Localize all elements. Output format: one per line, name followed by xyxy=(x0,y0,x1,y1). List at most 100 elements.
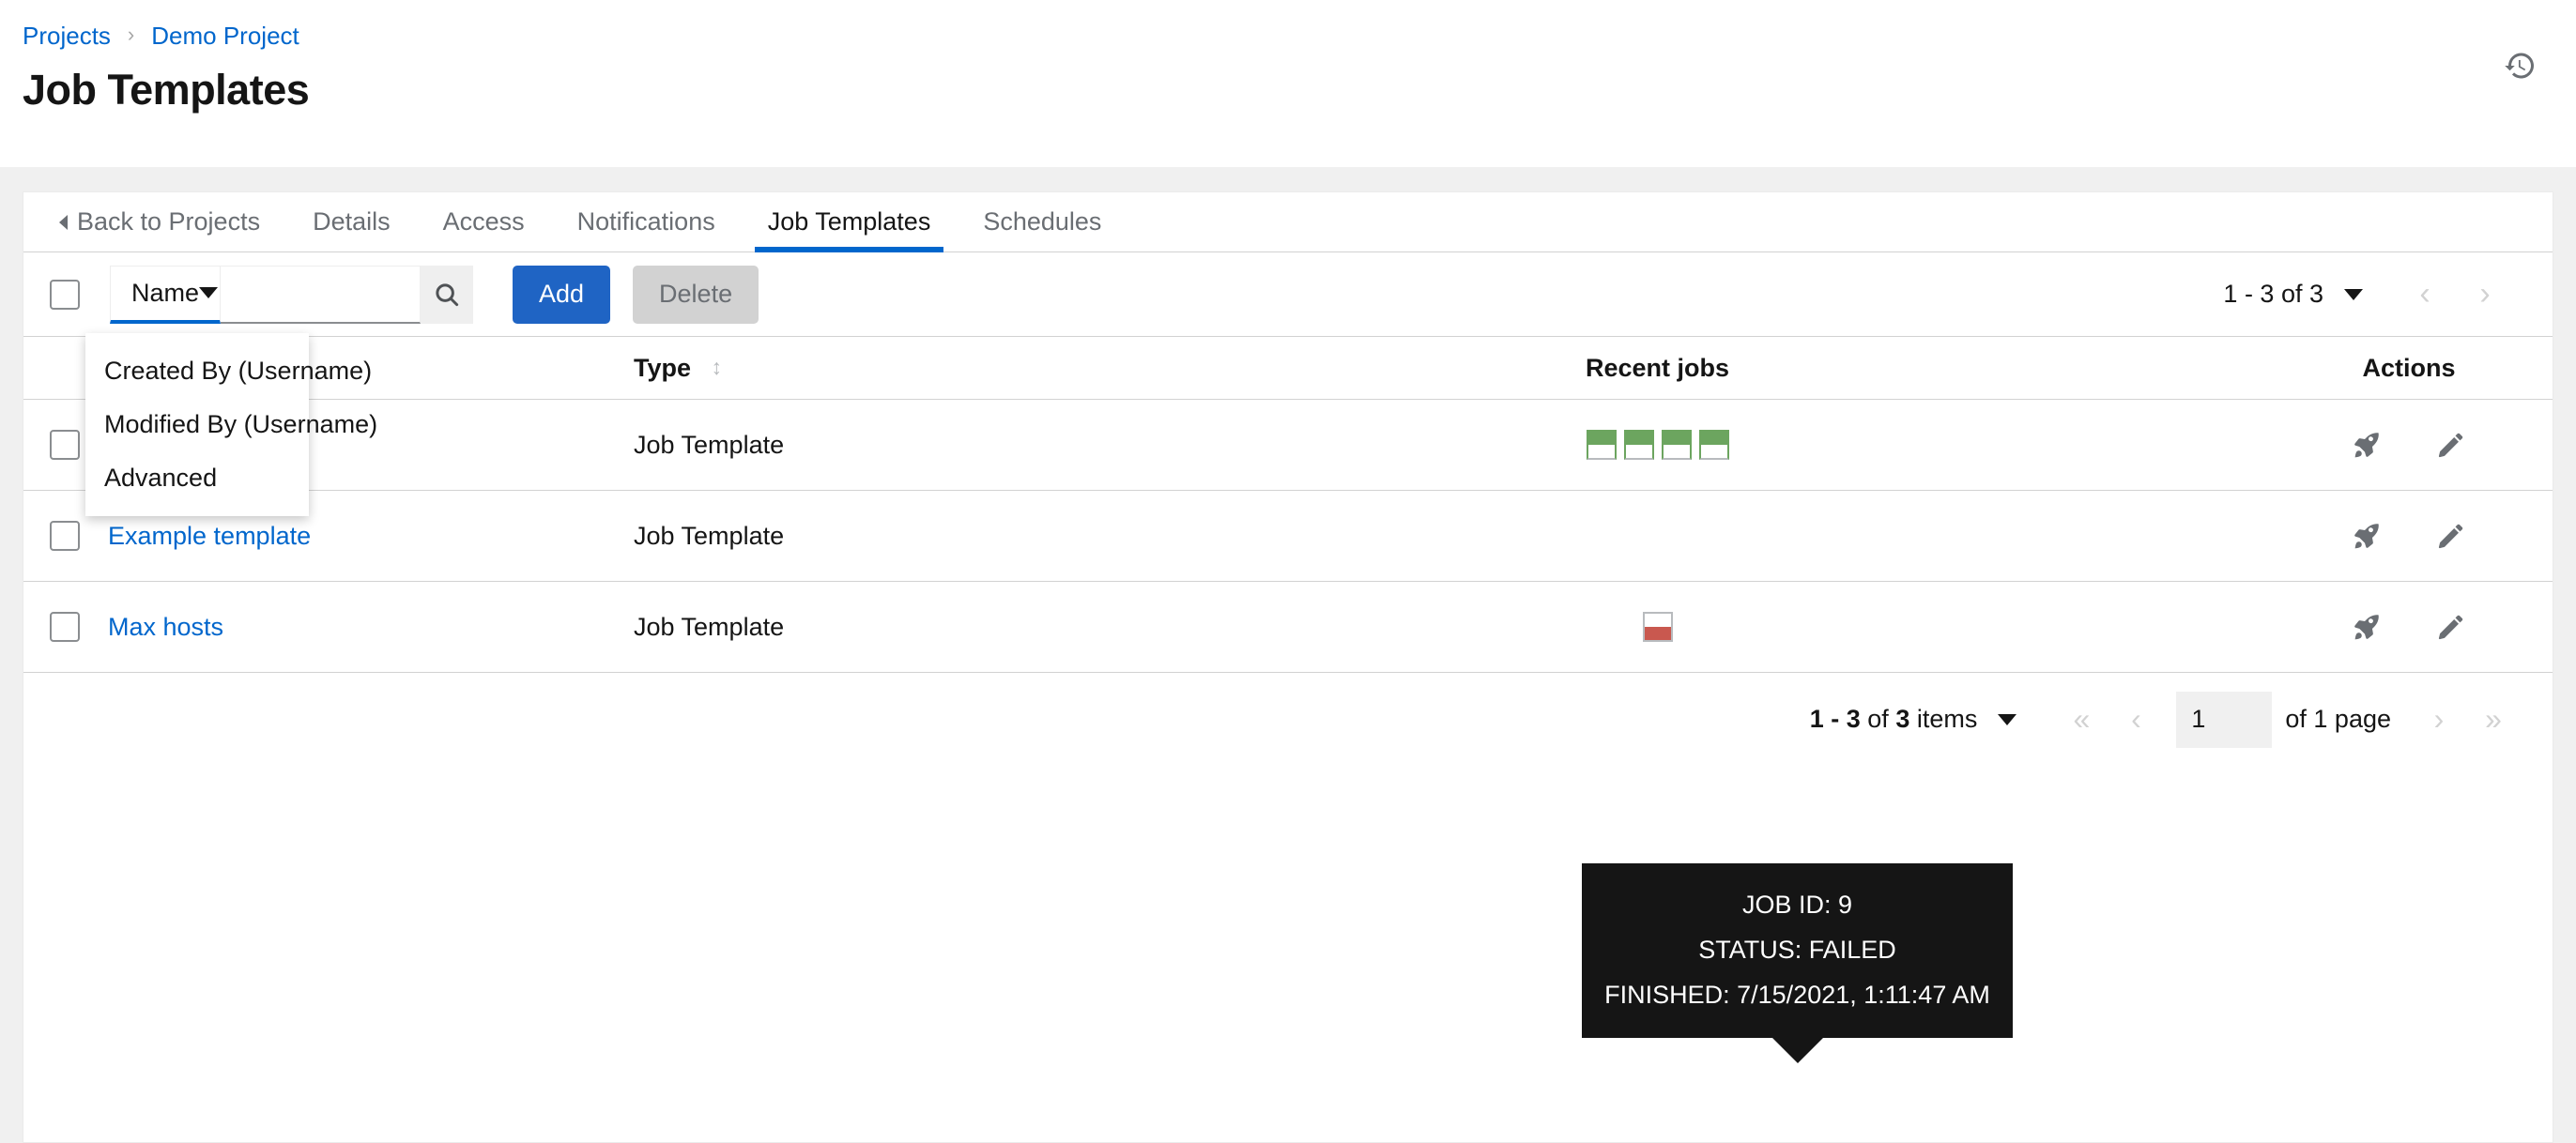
tab-job-templates[interactable]: Job Templates xyxy=(742,192,958,252)
bottom-pagination-range: 1 - 3 of 3 items xyxy=(1810,705,1978,734)
header-type-label: Type xyxy=(634,353,692,382)
job-status-square-failed[interactable] xyxy=(1642,612,1673,642)
delete-button[interactable]: Delete xyxy=(633,265,759,324)
tab-notifications-label: Notifications xyxy=(576,207,715,236)
search-input[interactable] xyxy=(221,265,421,324)
bottom-pagination-last-button[interactable]: » xyxy=(2466,693,2521,746)
tooltip-job-id: JOB ID: 9 xyxy=(1741,891,1853,919)
row-name-cell: Example template xyxy=(108,522,634,551)
breadcrumb-item-projects[interactable]: Projects xyxy=(23,22,111,50)
row-type: Job Template xyxy=(634,612,785,641)
tooltip-finished: FINISHED: 7/15/2021, 1:11:47 AM xyxy=(1604,981,1990,1009)
dropdown-item-advanced[interactable]: Advanced xyxy=(85,451,309,505)
breadcrumb: Projects › Demo Project xyxy=(23,21,2576,51)
tab-job-templates-label: Job Templates xyxy=(767,207,931,236)
tab-back-to-projects[interactable]: Back to Projects xyxy=(37,192,286,251)
chevron-left-icon xyxy=(59,214,68,230)
job-status-tooltip: JOB ID: 9 STATUS: FAILED FINISHED: 7/15/… xyxy=(1582,863,2013,1063)
row-type: Job Template xyxy=(634,430,785,459)
tab-bar: Back to Projects Details Access Notifica… xyxy=(23,192,2553,252)
tab-details[interactable]: Details xyxy=(286,192,417,251)
row-recent-jobs xyxy=(1023,430,2292,460)
launch-icon[interactable] xyxy=(2344,513,2389,558)
row-name-cell: Max hosts xyxy=(108,613,634,642)
content-area: Back to Projects Details Access Notifica… xyxy=(0,167,2576,1143)
tab-notifications[interactable]: Notifications xyxy=(551,192,742,251)
page-header: Projects › Demo Project Job Templates xyxy=(0,0,2576,167)
page-number-input[interactable] xyxy=(2176,691,2273,748)
row-actions xyxy=(2292,513,2526,558)
dropdown-item-created-by[interactable]: Created By (Username) xyxy=(85,344,372,398)
add-button[interactable]: Add xyxy=(513,265,611,324)
chevron-down-icon xyxy=(199,287,219,298)
row-checkbox[interactable] xyxy=(50,430,80,460)
table-row: Example template Job Template xyxy=(23,491,2553,582)
row-name-link[interactable]: Max hosts xyxy=(108,613,223,641)
bottom-pagination-range-value: 1 - 3 xyxy=(1809,705,1861,733)
table-row: Job Template xyxy=(23,400,2553,491)
job-status-square-successful[interactable] xyxy=(1698,430,1729,460)
top-pagination-summary: 1 - 3 of 3 xyxy=(2223,280,2323,308)
header-type: Type ↕ xyxy=(634,354,1023,383)
bottom-pagination-items-label: items xyxy=(1916,705,1978,733)
job-templates-card: Back to Projects Details Access Notifica… xyxy=(23,191,2553,1143)
edit-icon-glyph xyxy=(2438,524,2463,549)
top-pagination-prev-button[interactable]: ‹ xyxy=(2395,268,2455,321)
tab-access[interactable]: Access xyxy=(417,192,551,251)
filter-field-dropdown-menu: Created By (Username) Modified By (Usern… xyxy=(85,333,377,516)
dropdown-item-modified-by[interactable]: Modified By (Username) xyxy=(85,398,377,451)
bottom-pagination-first-button[interactable]: « xyxy=(2054,693,2108,746)
edit-icon[interactable] xyxy=(2429,422,2474,467)
table-header-row: Type ↕ Recent jobs Actions xyxy=(23,337,2553,400)
row-checkbox[interactable] xyxy=(50,612,80,642)
breadcrumb-item-demo-project[interactable]: Demo Project xyxy=(151,22,299,50)
launch-icon-glyph xyxy=(2354,433,2379,458)
edit-icon-glyph xyxy=(2438,433,2463,458)
header-actions: Actions xyxy=(2362,353,2456,382)
select-all-checkbox[interactable] xyxy=(50,279,80,310)
history-icon[interactable] xyxy=(2492,38,2548,94)
header-recent-jobs: Recent jobs xyxy=(1585,353,1730,382)
bottom-pagination: 1 - 3 of 3 items « ‹ of 1 page › » xyxy=(23,673,2553,766)
job-status-square-successful[interactable] xyxy=(1661,430,1692,460)
row-checkbox-cell xyxy=(50,521,108,551)
launch-icon[interactable] xyxy=(2344,604,2389,649)
tooltip-arrow-icon xyxy=(1771,1037,1824,1063)
table-row: Max hosts Job Template xyxy=(23,582,2553,673)
history-icon-glyph xyxy=(2505,53,2534,79)
bottom-pagination-of-pages: of 1 page xyxy=(2285,705,2391,733)
tab-details-label: Details xyxy=(313,207,391,236)
row-name-link[interactable]: Example template xyxy=(108,522,311,550)
top-pagination-next-button[interactable]: › xyxy=(2455,268,2515,321)
row-checkbox-cell xyxy=(50,612,108,642)
bottom-pagination-of: of xyxy=(1867,705,1889,733)
job-status-square-successful[interactable] xyxy=(1623,430,1654,460)
page-title: Job Templates xyxy=(23,66,310,114)
edit-icon[interactable] xyxy=(2429,604,2474,649)
search-icon xyxy=(436,282,459,306)
launch-icon-glyph xyxy=(2354,615,2379,640)
bottom-pagination-next-button[interactable]: › xyxy=(2412,693,2466,746)
job-status-square-successful[interactable] xyxy=(1586,430,1617,460)
search-button[interactable] xyxy=(421,265,473,324)
tab-schedules[interactable]: Schedules xyxy=(957,192,1127,251)
tab-schedules-label: Schedules xyxy=(983,207,1102,236)
filter-field-label: Name xyxy=(131,278,200,307)
top-pagination: 1 - 3 of 3 ‹ › xyxy=(2223,268,2528,321)
launch-icon[interactable] xyxy=(2344,422,2389,467)
bottom-pagination-dropdown-icon[interactable] xyxy=(1998,713,2017,725)
row-type: Job Template xyxy=(634,521,785,550)
filter-field-dropdown[interactable]: Name xyxy=(110,265,221,324)
edit-icon[interactable] xyxy=(2429,513,2474,558)
sort-icon[interactable]: ↕ xyxy=(712,355,723,380)
bottom-pagination-total: 3 xyxy=(1895,705,1910,733)
tab-back-to-projects-label: Back to Projects xyxy=(77,207,261,236)
edit-icon-glyph xyxy=(2438,615,2463,640)
top-pagination-dropdown-icon[interactable] xyxy=(2344,288,2363,300)
bottom-pagination-prev-button[interactable]: ‹ xyxy=(2108,693,2163,746)
tooltip-status: STATUS: FAILED xyxy=(1698,936,1896,964)
row-checkbox[interactable] xyxy=(50,521,80,551)
breadcrumb-separator-icon: › xyxy=(127,23,135,46)
row-actions xyxy=(2292,604,2526,649)
row-recent-jobs xyxy=(1023,612,2292,642)
